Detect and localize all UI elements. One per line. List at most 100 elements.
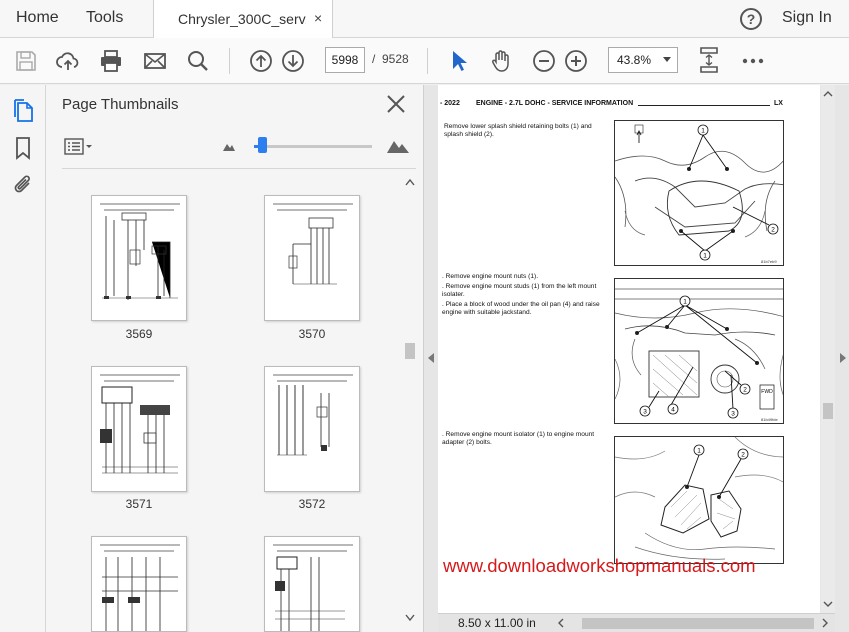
step-text: . Remove engine mount studs (1) from the… [442, 283, 597, 299]
zoom-in-icon[interactable] [564, 49, 588, 73]
thumbnails-panel: Page Thumbnails 3569 3570 3571 3572 [46, 85, 424, 632]
select-cursor-icon[interactable] [447, 49, 471, 73]
figure-splash-shield: 1 1 2 81b7eb9 [614, 120, 784, 266]
thumbnail-page-number: 3571 [125, 497, 153, 511]
side-rail [0, 85, 46, 632]
callout-1: 1 [697, 447, 701, 454]
mount-isolator-illustration: 1 2 [615, 437, 783, 560]
hand-icon[interactable] [489, 49, 513, 73]
prev-page-icon[interactable] [249, 49, 273, 73]
document-scrollbar[interactable] [821, 85, 835, 613]
step-text: . Place a block of wood under the oil pa… [442, 301, 600, 317]
page-header-number: - 2022 [440, 100, 460, 107]
chevron-down-icon [663, 57, 671, 62]
zoom-select[interactable]: 43.8% [608, 47, 678, 73]
figure-code: 81b49fde [761, 417, 778, 422]
engine-mount-illustration: 1 2 3 4 3 FWD [615, 288, 783, 419]
sign-in-button[interactable]: Sign In [782, 9, 832, 27]
search-icon[interactable] [186, 49, 210, 73]
splash-shield-illustration: 1 1 2 [615, 124, 783, 261]
page-thumbnail[interactable] [91, 195, 187, 321]
page-header-code: LX [774, 100, 783, 107]
close-panel-icon[interactable] [386, 94, 406, 114]
more-icon[interactable] [741, 49, 765, 73]
menu-bar: Home Tools Chrysler_300C_serv... × ? Sig… [0, 0, 849, 38]
page-thumbnails-icon[interactable] [12, 99, 34, 123]
scroll-down-icon[interactable] [821, 597, 835, 611]
upload-icon[interactable] [56, 49, 80, 73]
document-view: - 2022 ENGINE - 2.7L DOHC - SERVICE INFO… [424, 85, 849, 632]
wiring-diagram-thumbnail [273, 374, 353, 456]
help-icon[interactable]: ? [740, 8, 762, 30]
panel-divider [62, 168, 416, 169]
forward-indicator: FWD [761, 389, 773, 395]
expand-right-icon[interactable] [840, 353, 846, 363]
wiring-diagram-thumbnail [100, 203, 180, 300]
menu-tools[interactable]: Tools [86, 9, 123, 27]
thumbnail-page-number: 3569 [125, 327, 153, 341]
attachment-icon[interactable] [12, 173, 34, 197]
close-tab-icon[interactable]: × [314, 10, 322, 26]
thumbnail-page-number: 3572 [298, 497, 326, 511]
page-thumbnail[interactable] [91, 366, 187, 492]
callout-3: 3 [643, 408, 647, 415]
wiring-diagram-thumbnail [273, 544, 353, 631]
page-thumbnail[interactable] [264, 536, 360, 632]
menu-home[interactable]: Home [16, 9, 59, 27]
page-thumbnail[interactable] [91, 536, 187, 632]
wiring-diagram-thumbnail [100, 374, 180, 474]
figure-engine-mount: 1 2 3 4 3 FWD 81b49fde [614, 278, 784, 424]
page-size: 8.50 x 11.00 in [458, 616, 536, 630]
thumbnail-scrollbar[interactable] [404, 177, 416, 627]
page-number-input[interactable]: 5998 [325, 47, 365, 73]
callout-2: 2 [741, 451, 745, 458]
pdf-page: - 2022 ENGINE - 2.7L DOHC - SERVICE INFO… [438, 85, 820, 615]
slider-handle[interactable] [258, 137, 267, 153]
small-thumbnail-icon[interactable] [222, 140, 236, 152]
scroll-right-icon[interactable] [820, 617, 830, 629]
step-text: . Remove engine mount isolator (1) to en… [442, 431, 595, 447]
print-icon[interactable] [99, 49, 123, 73]
toolbar-divider [229, 48, 230, 74]
document-tab[interactable]: Chrysler_300C_serv... × [153, 0, 333, 38]
wiring-diagram-thumbnail [273, 203, 353, 285]
toolbar: 5998 / 9528 43.8% [0, 38, 849, 84]
callout-1: 1 [701, 127, 705, 134]
page-thumbnail[interactable] [264, 195, 360, 321]
step-text: . Remove engine mount nuts (1). [442, 273, 539, 280]
mail-icon[interactable] [143, 49, 167, 73]
thumbnail-page-number: 3570 [298, 327, 326, 341]
thumbnail-options-icon[interactable] [64, 137, 94, 157]
callout-2: 2 [771, 226, 775, 233]
total-pages: 9528 [382, 52, 409, 66]
zoom-out-icon[interactable] [532, 49, 556, 73]
watermark-link[interactable]: www.downloadworkshopmanuals.com [443, 555, 756, 577]
figure-mount-isolator: 1 2 81102f4a [614, 436, 784, 564]
toolbar-divider [427, 48, 428, 74]
callout-1: 1 [703, 252, 707, 259]
callout-4: 4 [671, 406, 675, 413]
scrollbar-thumb[interactable] [823, 403, 833, 419]
fit-page-icon[interactable] [697, 46, 721, 74]
bookmark-icon[interactable] [12, 136, 34, 160]
next-page-icon[interactable] [281, 49, 305, 73]
header-rule [638, 105, 770, 106]
document-tab-label: Chrysler_300C_serv... [178, 11, 306, 27]
zoom-value: 43.8% [617, 53, 652, 67]
page-separator: / [372, 52, 376, 66]
save-icon[interactable] [14, 49, 38, 73]
wiring-diagram-thumbnail [100, 544, 180, 631]
collapse-left-icon[interactable] [428, 353, 434, 363]
horizontal-scrollbar-thumb[interactable] [582, 618, 814, 629]
step-text: Remove lower splash shield retaining bol… [444, 123, 592, 139]
callout-2: 2 [743, 386, 747, 393]
page-thumbnail[interactable] [264, 366, 360, 492]
scroll-up-icon[interactable] [821, 87, 835, 101]
callout-1: 1 [683, 298, 687, 305]
large-thumbnail-icon[interactable] [386, 136, 410, 154]
status-bar: 8.50 x 11.00 in [438, 613, 835, 632]
thumbnail-size-slider[interactable] [254, 145, 372, 148]
scroll-left-icon[interactable] [556, 617, 566, 629]
panel-title: Page Thumbnails [62, 96, 179, 113]
page-header-title: ENGINE - 2.7L DOHC - SERVICE INFORMATION [476, 100, 634, 107]
